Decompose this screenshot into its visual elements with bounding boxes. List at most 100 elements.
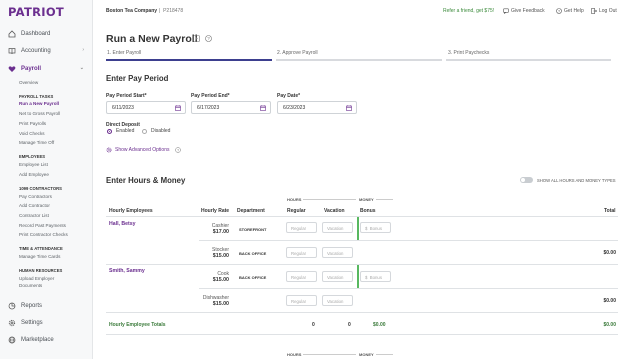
hourly-rate: Cook $15.00: [212, 271, 229, 283]
sidebar-item-label: Reports: [21, 303, 43, 309]
regular-hours-input[interactable]: Regular: [286, 271, 317, 282]
show-advanced-options-link[interactable]: Show Advanced Options ?: [106, 147, 182, 153]
nav-heading-time: TIME & ATTENDANCE: [19, 246, 63, 251]
table-divider: [106, 264, 618, 265]
end-label: Pay Period End*: [191, 93, 230, 99]
get-help-link[interactable]: ? Get Help: [556, 8, 584, 14]
nav-record-past-payments[interactable]: Record Past Payments: [19, 223, 66, 228]
help-icon[interactable]: ?: [205, 35, 212, 42]
help-icon: ?: [175, 147, 182, 153]
pay-period-title: Enter Pay Period: [106, 74, 169, 83]
show-all-types-toggle[interactable]: SHOW ALL HOURS AND MONEY TYPES: [520, 177, 616, 183]
direct-deposit-enabled-radio[interactable]: Enabled: [107, 128, 134, 134]
nav-heading-hr: HUMAN RESOURCES: [19, 268, 63, 273]
vacation-hours-input[interactable]: Vacation: [322, 271, 353, 282]
refer-friend-link[interactable]: Refer a friend, get $75!: [443, 8, 494, 14]
table-divider: [106, 216, 618, 217]
step-print-paychecks: 3. Print Paychecks: [448, 50, 490, 56]
gear-icon: [8, 319, 16, 327]
nav-print-contractor-checks[interactable]: Print Contractor Checks: [19, 232, 68, 237]
bonus-input[interactable]: $ Bonus: [360, 271, 391, 282]
sidebar: PATRIOT Dashboard Accounting › Payroll ⌄…: [0, 0, 93, 359]
radio-selected-icon: [107, 128, 112, 134]
regular-hours-input[interactable]: Regular: [286, 222, 317, 233]
log-out-link[interactable]: Log Out: [591, 8, 617, 14]
nav-run-new-payroll[interactable]: Run a New Payroll: [19, 101, 59, 106]
nav-pay-contractors[interactable]: Pay Contractors: [19, 194, 52, 199]
col-hourly-rate: Hourly Rate: [201, 208, 230, 214]
calendar-icon: [346, 105, 352, 111]
nav-print-payrolls[interactable]: Print Payrolls: [19, 121, 46, 126]
nav-void-checks[interactable]: Void Checks: [19, 131, 45, 136]
nav-net-to-gross[interactable]: Net to Gross Payroll: [19, 111, 60, 116]
sidebar-item-payroll[interactable]: Payroll ⌄: [8, 64, 86, 74]
sidebar-item-settings[interactable]: Settings: [8, 318, 86, 328]
chevron-right-icon: ›: [82, 47, 84, 53]
sidebar-item-label: Accounting: [21, 48, 51, 54]
logout-icon: [591, 8, 597, 14]
sidebar-item-dashboard[interactable]: Dashboard: [8, 29, 86, 39]
patriot-logo[interactable]: PATRIOT: [8, 5, 64, 19]
help-icon: ?: [556, 8, 562, 14]
sidebar-item-accounting[interactable]: Accounting ›: [8, 46, 86, 56]
start-label: Pay Period Start*: [106, 93, 147, 99]
group-divider: [376, 354, 393, 355]
row-divider: [199, 288, 618, 289]
step-bar-active: [106, 59, 272, 61]
vacation-hours-input[interactable]: Vacation: [322, 222, 353, 233]
give-feedback-link[interactable]: Give Feedback: [503, 8, 545, 14]
money-group-label: MONEY: [359, 352, 374, 357]
direct-deposit-disabled-radio[interactable]: Disabled: [142, 128, 170, 134]
progress-steps: 1. Enter Payroll 2. Approve Payroll 3. P…: [106, 50, 611, 62]
employee-name-link[interactable]: Hall, Betsy: [109, 221, 136, 227]
vacation-hours-input[interactable]: Vacation: [322, 247, 353, 258]
table-divider: [106, 334, 618, 335]
top-bar: Boston Tea Company | P218478 Refer a fri…: [93, 0, 633, 22]
employee-name-link[interactable]: Smith, Sammy: [109, 268, 145, 274]
calendar-icon: [175, 105, 181, 111]
chat-icon: [503, 8, 509, 14]
hours-group-label: HOURS: [287, 352, 302, 357]
money-column-marker: [357, 265, 359, 288]
sidebar-item-label: Marketplace: [21, 337, 54, 343]
nav-heading-employees: EMPLOYEES: [19, 154, 46, 159]
group-divider: [303, 199, 356, 200]
step-bar: [276, 59, 442, 61]
nav-employee-list[interactable]: Employee List: [19, 162, 48, 167]
company-name[interactable]: Boston Tea Company: [106, 8, 157, 14]
money-column-marker: [357, 217, 359, 240]
col-total: Total: [604, 208, 616, 214]
department: STOREFRONT: [239, 227, 267, 232]
nav-overview[interactable]: Overview: [19, 80, 38, 85]
video-icon[interactable]: [193, 35, 200, 42]
radio-empty-icon: [142, 128, 147, 134]
heart-icon: [8, 65, 16, 73]
pay-period-end-input[interactable]: 6/17/2023: [191, 101, 271, 114]
nav-heading-contractors: 1099 CONTRACTORS: [19, 186, 62, 191]
sidebar-item-label: Dashboard: [21, 31, 51, 37]
regular-hours-input[interactable]: Regular: [286, 247, 317, 258]
row-total: $0.00: [603, 250, 616, 256]
step-enter-payroll: 1. Enter Payroll: [107, 50, 142, 56]
pay-period-start-input[interactable]: 6/11/2023: [106, 101, 186, 114]
nav-add-contractor[interactable]: Add Contractor: [19, 203, 50, 208]
sidebar-item-marketplace[interactable]: Marketplace: [8, 335, 86, 345]
toggle-switch[interactable]: [520, 177, 533, 183]
regular-hours-input[interactable]: Regular: [286, 295, 317, 306]
page-title: Run a New Payroll: [106, 33, 198, 45]
home-icon: [8, 30, 16, 38]
nav-add-employee[interactable]: Add Employee: [19, 172, 49, 177]
department: BACK OFFICE: [239, 251, 267, 256]
bonus-input[interactable]: $ Bonus: [360, 222, 391, 233]
pay-date-input[interactable]: 6/23/2023: [277, 101, 357, 114]
nav-upload-employer[interactable]: Upload Employer: [19, 276, 54, 281]
hours-group-label: HOURS: [287, 197, 302, 202]
nav-manage-time-off[interactable]: Manage Time Off: [19, 140, 54, 145]
company-id: | P218478: [159, 8, 184, 14]
group-divider: [303, 354, 356, 355]
nav-manage-time-cards[interactable]: Manage Time Cards: [19, 254, 60, 259]
sidebar-item-reports[interactable]: Reports: [8, 301, 86, 311]
nav-contractor-list[interactable]: Contractor List: [19, 213, 49, 218]
nav-documents[interactable]: Documents: [19, 283, 42, 288]
vacation-hours-input[interactable]: Vacation: [322, 295, 353, 306]
